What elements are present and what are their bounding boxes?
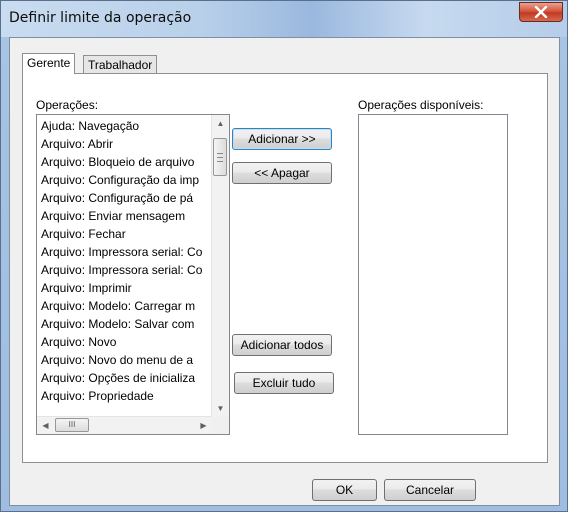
title-bar[interactable]: Definir limite da operação (1, 1, 567, 37)
cancel-button[interactable]: Cancelar (384, 479, 476, 501)
list-item[interactable]: Arquivo: Impressora serial: Co (40, 243, 212, 261)
list-item[interactable]: Arquivo: Modelo: Salvar com (40, 315, 212, 333)
list-item[interactable]: Arquivo: Configuração da imp (40, 171, 212, 189)
scroll-down-arrow-icon[interactable]: ▼ (212, 400, 229, 417)
add-button[interactable]: Adicionar >> (232, 128, 332, 150)
close-icon (534, 6, 548, 18)
list-item[interactable]: Arquivo: Novo (40, 333, 212, 351)
operations-vertical-scrollbar[interactable]: ▲ ▼ (211, 115, 229, 417)
scrollbar-corner (212, 417, 229, 434)
list-item[interactable]: Arquivo: Impressora serial: Co (40, 261, 212, 279)
dialog-client-area: Gerente Trabalhador Operações: Ajuda: Na… (9, 37, 560, 506)
remove-all-button[interactable]: Excluir tudo (234, 372, 334, 394)
list-item[interactable]: Arquivo: Configuração de pá (40, 189, 212, 207)
scroll-right-arrow-icon[interactable]: ▶ (195, 417, 212, 434)
list-item[interactable]: Arquivo: Abrir (40, 135, 212, 153)
list-item[interactable]: Arquivo: Imprimir (40, 279, 212, 297)
remove-button[interactable]: << Apagar (232, 162, 332, 184)
vertical-scroll-thumb[interactable] (213, 138, 227, 176)
window-title: Definir limite da operação (9, 10, 192, 26)
list-item[interactable]: Arquivo: Modelo: Carregar m (40, 297, 212, 315)
dialog-window: Definir limite da operação Gerente Traba… (0, 0, 568, 512)
scroll-up-arrow-icon[interactable]: ▲ (212, 115, 229, 132)
list-item[interactable]: Arquivo: Enviar mensagem (40, 207, 212, 225)
list-item[interactable]: Arquivo: Novo do menu de a (40, 351, 212, 369)
operations-list-items: Ajuda: Navegação Arquivo: Abrir Arquivo: B… (40, 117, 212, 405)
list-item[interactable]: Arquivo: Opções de inicializa (40, 369, 212, 387)
tab-trabalhador[interactable]: Trabalhador (83, 55, 158, 73)
list-item[interactable]: Arquivo: Fechar (40, 225, 212, 243)
operations-label: Operações: (36, 98, 99, 112)
list-item[interactable]: Ajuda: Navegação (40, 117, 212, 135)
ok-button[interactable]: OK (312, 479, 377, 501)
tab-gerente[interactable]: Gerente (22, 53, 76, 74)
scroll-left-arrow-icon[interactable]: ◀ (37, 417, 54, 434)
available-operations-label: Operações disponíveis: (358, 98, 484, 112)
horizontal-scroll-thumb[interactable]: III (55, 418, 89, 432)
available-operations-listbox[interactable] (358, 114, 508, 435)
close-button[interactable] (519, 2, 563, 22)
list-item[interactable]: Arquivo: Bloqueio de arquivo (40, 153, 212, 171)
list-item[interactable]: Arquivo: Propriedade (40, 387, 212, 405)
add-all-button[interactable]: Adicionar todos (232, 334, 332, 356)
operations-horizontal-scrollbar[interactable]: ◀ III ▶ (37, 416, 212, 434)
operations-listbox[interactable]: Ajuda: Navegação Arquivo: Abrir Arquivo: B… (36, 114, 230, 435)
tab-panel-gerente: Operações: Ajuda: Navegação Arquivo: Abri… (22, 73, 548, 463)
